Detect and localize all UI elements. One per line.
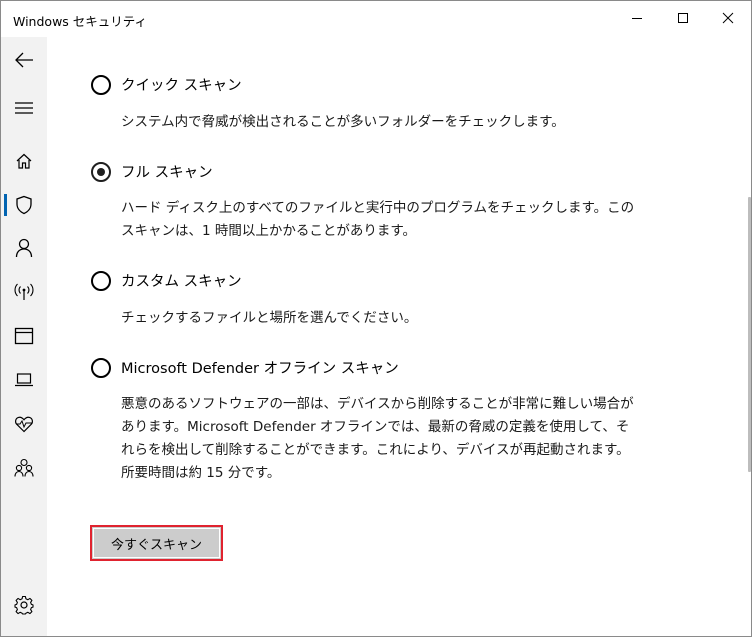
window-title: Windows セキュリティ	[13, 14, 148, 29]
full-scan-description: ハード ディスク上のすべてのファイルと実行中のプログラムをチェックします。このス…	[121, 200, 635, 239]
hamburger-menu-icon	[15, 102, 33, 114]
sidebar-item-home[interactable]	[1, 141, 47, 181]
sidebar	[1, 37, 47, 636]
custom-scan-description: チェックするファイルと場所を選んでください。	[121, 310, 418, 326]
scan-option-quick: クイック スキャン	[91, 74, 242, 95]
minimize-icon	[632, 18, 642, 19]
offline-scan-radio-row[interactable]: Microsoft Defender オフライン スキャン	[91, 357, 399, 378]
quick-scan-radio[interactable]	[91, 74, 111, 95]
vertical-scrollbar[interactable]	[748, 197, 751, 472]
heart-pulse-icon	[15, 416, 33, 433]
custom-scan-radio-row[interactable]: カスタム スキャン	[91, 270, 242, 291]
back-button[interactable]	[1, 40, 47, 80]
quick-scan-description: システム内で脅威が検出されることが多いフォルダーをチェックします。	[121, 114, 565, 130]
app-window: Windows セキュリティ クイック スキャン システム内で脅威が検出されるこ…	[0, 0, 752, 637]
wireless-antenna-icon	[14, 283, 34, 300]
scan-now-button[interactable]: 今すぐスキャン	[90, 525, 223, 561]
sidebar-item-settings[interactable]	[1, 585, 47, 625]
close-icon	[722, 12, 734, 24]
laptop-icon	[15, 373, 33, 387]
home-icon	[16, 153, 32, 169]
app-browser-icon	[14, 327, 34, 345]
gear-icon	[14, 595, 34, 615]
full-scan-radio[interactable]	[91, 161, 111, 182]
scan-options-panel: クイック スキャン システム内で脅威が検出されることが多いフォルダーをチェックし…	[47, 37, 751, 636]
scan-option-full: フル スキャン	[91, 161, 213, 182]
offline-scan-description: 悪意のあるソフトウェアの一部は、デバイスから削除することが非常に難しい場合があり…	[121, 396, 634, 481]
full-scan-radio-row[interactable]: フル スキャン	[91, 161, 213, 182]
custom-scan-label: カスタム スキャン	[121, 274, 242, 290]
offline-scan-label: Microsoft Defender オフライン スキャン	[121, 361, 399, 377]
sidebar-item-family-options[interactable]	[1, 448, 47, 488]
back-arrow-icon	[15, 52, 33, 68]
person-icon	[15, 238, 33, 258]
custom-scan-radio[interactable]	[91, 270, 111, 291]
scan-option-custom: カスタム スキャン	[91, 270, 242, 291]
sidebar-item-device-security[interactable]	[1, 360, 47, 400]
title-bar: Windows セキュリティ	[1, 1, 751, 37]
sidebar-item-virus-protection[interactable]	[1, 185, 47, 225]
sidebar-item-account-protection[interactable]	[1, 228, 47, 268]
maximize-icon	[678, 13, 688, 23]
close-button[interactable]	[705, 1, 751, 35]
offline-scan-radio[interactable]	[91, 357, 111, 378]
sidebar-item-app-browser-control[interactable]	[1, 316, 47, 356]
menu-button[interactable]	[1, 88, 47, 128]
sidebar-item-device-performance[interactable]	[1, 404, 47, 444]
shield-icon	[16, 195, 32, 215]
maximize-button[interactable]	[660, 1, 706, 35]
scan-option-offline: Microsoft Defender オフライン スキャン	[91, 357, 399, 378]
sidebar-item-firewall-network[interactable]	[1, 272, 47, 312]
quick-scan-radio-row[interactable]: クイック スキャン	[91, 74, 242, 95]
full-scan-label: フル スキャン	[121, 165, 213, 181]
quick-scan-label: クイック スキャン	[121, 78, 242, 94]
minimize-button[interactable]	[614, 1, 660, 35]
family-icon	[14, 458, 34, 477]
active-indicator	[4, 194, 7, 216]
